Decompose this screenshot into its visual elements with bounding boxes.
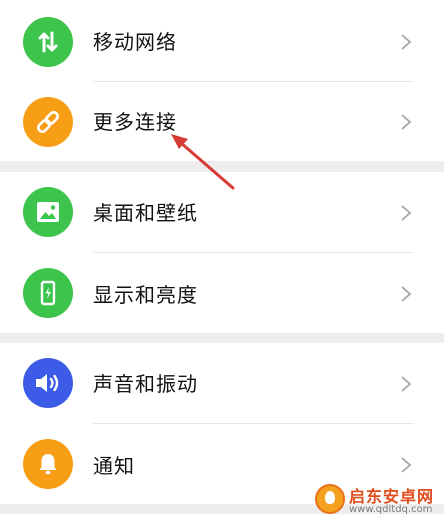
settings-group-connectivity: 移动网络 更多连接 xyxy=(0,0,444,161)
phone-brightness-icon xyxy=(23,268,73,318)
watermark-url: www.qdltdq.com xyxy=(349,504,433,515)
settings-item-desktop-wallpaper[interactable]: 桌面和壁纸 xyxy=(0,172,444,252)
chevron-right-icon xyxy=(401,457,412,473)
chevron-right-icon xyxy=(401,286,412,302)
settings-item-label: 更多连接 xyxy=(93,110,177,134)
settings-item-label: 移动网络 xyxy=(93,30,177,54)
bell-icon xyxy=(23,439,73,489)
settings-item-label: 声音和振动 xyxy=(93,372,198,396)
image-icon xyxy=(23,187,73,237)
chevron-right-icon xyxy=(401,34,412,50)
settings-group-display: 桌面和壁纸 显示和亮度 xyxy=(0,172,444,333)
settings-item-display-brightness[interactable]: 显示和亮度 xyxy=(0,253,444,333)
watermark: 启东安卓网 www.qdltdq.com xyxy=(315,483,444,517)
chevron-right-icon xyxy=(401,114,412,130)
link-icon xyxy=(23,97,73,147)
settings-item-label: 显示和亮度 xyxy=(93,283,198,307)
settings-item-more-connections[interactable]: 更多连接 xyxy=(0,82,444,162)
speaker-icon xyxy=(23,358,73,408)
settings-item-sound-vibration[interactable]: 声音和振动 xyxy=(0,343,444,423)
data-transfer-icon xyxy=(23,17,73,67)
chevron-right-icon xyxy=(401,376,412,392)
settings-group-sound-notifications: 声音和振动 通知 xyxy=(0,343,444,504)
settings-item-mobile-network[interactable]: 移动网络 xyxy=(0,2,444,82)
settings-item-label: 通知 xyxy=(93,454,135,478)
chevron-right-icon xyxy=(401,205,412,221)
watermark-logo-icon xyxy=(315,484,345,514)
settings-item-label: 桌面和壁纸 xyxy=(93,201,198,225)
